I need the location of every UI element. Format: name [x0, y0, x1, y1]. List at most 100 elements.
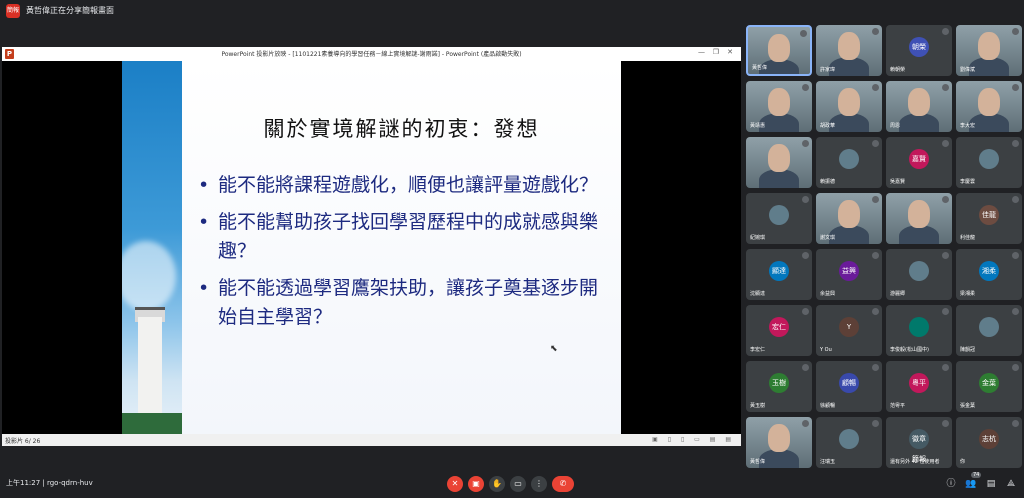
present-button[interactable]: ▭ — [510, 476, 526, 492]
participant-tile[interactable]: 益興 余益興 — [816, 249, 882, 300]
mic-off-button[interactable]: ✕ — [447, 476, 463, 492]
participant-video — [908, 88, 930, 116]
participant-tile[interactable]: 李俊毅(松山國中) — [886, 305, 952, 356]
participant-tile[interactable] — [886, 193, 952, 244]
avatar: 顧暢 — [839, 373, 859, 393]
mic-muted-icon — [1012, 420, 1019, 427]
participant-tile[interactable]: 李慶雲 — [956, 137, 1022, 188]
participant-name: 汪瑞玉 — [820, 459, 836, 465]
avatar: 嘉賢 — [909, 149, 929, 169]
participant-name: 黃靖惠 — [750, 123, 766, 129]
presenter-chip: 簡報 — [6, 4, 20, 18]
view-tools[interactable]: ▣ ▯ ▯ ▭ ▤ ▤ — [652, 436, 735, 443]
participant-name: 李慶雲 — [960, 179, 976, 185]
mic-muted-icon — [942, 28, 949, 35]
mouse-cursor-icon: ⬉ — [550, 344, 558, 354]
mic-muted-icon — [942, 252, 949, 259]
participant-tile[interactable]: 佳龍 利佳龍 — [956, 193, 1022, 244]
mic-muted-icon — [872, 84, 879, 91]
leave-call-button[interactable]: ✆ — [552, 476, 574, 492]
avatar — [979, 149, 999, 169]
participant-tile[interactable]: 顯達沈顯達 — [746, 249, 812, 300]
avatar: 顯達 — [769, 261, 789, 281]
participant-tile[interactable]: 顧暢徐顧暢 — [816, 361, 882, 412]
avatar: 志杭 — [979, 429, 999, 449]
activities-icon[interactable]: ⟁ — [1005, 478, 1017, 490]
participant-tile[interactable]: 徽章 簡報 還有另外 42 位使用者 — [886, 417, 952, 468]
mic-muted-icon — [802, 308, 809, 315]
avatar: 佳龍 — [979, 205, 999, 225]
mic-muted-icon — [872, 364, 879, 371]
participant-tile[interactable]: 嘉賢 吳嘉賢 — [886, 137, 952, 188]
participant-tile[interactable]: 賴振德 — [816, 137, 882, 188]
participant-tile[interactable]: 李大宏 — [956, 81, 1022, 132]
participant-tile[interactable]: 黃哲偉 — [746, 417, 812, 468]
participant-name: 徐顧暢 — [820, 403, 836, 409]
participant-tile[interactable]: 宏仁 李宏仁 — [746, 305, 812, 356]
participant-tile[interactable]: 黃哲偉 — [746, 25, 812, 76]
mic-muted-icon — [802, 196, 809, 203]
participant-video — [768, 424, 790, 452]
avatar — [909, 261, 929, 281]
participant-name: 賴振德 — [820, 179, 836, 185]
participant-tile[interactable]: 許家瑋 — [816, 25, 882, 76]
participant-tile[interactable]: 汪瑞玉 — [816, 417, 882, 468]
restore-button[interactable]: ❐ — [713, 48, 719, 56]
close-button[interactable]: ✕ — [727, 48, 733, 56]
participant-tile[interactable]: 志杭你 — [956, 417, 1022, 468]
avatar: 粵平 — [909, 373, 929, 393]
participant-tile[interactable]: 劉偉斌 — [956, 25, 1022, 76]
participant-tile[interactable]: 紀婉琪 — [746, 193, 812, 244]
participant-name: 賴朝榮 — [890, 67, 906, 73]
participant-tile[interactable]: 粵平 范粵平 — [886, 361, 952, 412]
mic-muted-icon — [872, 28, 879, 35]
mic-muted-icon — [802, 140, 809, 147]
mic-muted-icon — [942, 308, 949, 315]
info-icon[interactable]: ⓘ — [945, 478, 957, 490]
participant-tile[interactable]: Y Y Ou — [816, 305, 882, 356]
participant-tile[interactable]: 金葉 張金葉 — [956, 361, 1022, 412]
participant-tile[interactable]: 胡政華 — [816, 81, 882, 132]
time-and-meeting-code: 上午11:27 | rgo-qdrn-huv — [6, 479, 93, 487]
participant-tile[interactable]: 謝文琪 — [816, 193, 882, 244]
participant-video — [838, 88, 860, 116]
participant-tile[interactable]: 周恩 — [886, 81, 952, 132]
avatar — [979, 317, 999, 337]
participant-video — [768, 88, 790, 116]
people-icon[interactable]: 👥 — [965, 478, 977, 490]
participant-name: 謝文琪 — [820, 235, 836, 241]
camera-off-button[interactable]: ▣ — [468, 476, 484, 492]
participant-count: 74 — [971, 472, 982, 478]
participant-tile[interactable]: 游麗卿 — [886, 249, 952, 300]
mic-muted-icon — [942, 84, 949, 91]
avatar: 宏仁 — [769, 317, 789, 337]
participant-tile[interactable]: 朝榮賴朝榮 — [886, 25, 952, 76]
participant-video — [978, 32, 1000, 60]
participant-tile[interactable]: 玉樹 黃玉樹 — [746, 361, 812, 412]
more-options-button[interactable]: ⋮ — [531, 476, 547, 492]
mic-muted-icon — [942, 140, 949, 147]
participant-name: Y Ou — [820, 347, 832, 353]
mic-muted-icon — [802, 84, 809, 91]
presentation-stage: P PowerPoint 投影片放映 - [1101221素養導向的學習任務－線… — [2, 47, 741, 446]
minimize-button[interactable]: — — [698, 48, 705, 56]
participant-name: 沈顯達 — [750, 291, 766, 297]
participant-name: 黃玉樹 — [750, 403, 766, 409]
mic-muted-icon — [1012, 308, 1019, 315]
participant-name: 胡政華 — [820, 123, 836, 129]
participant-tile[interactable]: 湘柔 梁湘柔 — [956, 249, 1022, 300]
participant-tile[interactable]: 陳韻冠 — [956, 305, 1022, 356]
avatar: 朝榮 — [909, 37, 929, 57]
raise-hand-button[interactable]: ✋ — [489, 476, 505, 492]
mic-muted-icon — [1012, 84, 1019, 91]
participant-tile[interactable]: 黃靖惠 — [746, 81, 812, 132]
top-bar: 簡報 黃哲偉正在分享簡報畫面 — [0, 0, 1024, 22]
mic-muted-icon — [1012, 140, 1019, 147]
participant-name: 陳韻冠 — [960, 347, 976, 353]
participant-tile[interactable] — [746, 137, 812, 188]
chat-icon[interactable]: ▤ — [985, 478, 997, 490]
participant-name: 張金葉 — [960, 403, 976, 409]
mic-muted-icon — [1012, 28, 1019, 35]
participant-name: 許家瑋 — [820, 67, 836, 73]
slide-heading: 關於實境解謎的初衷：發想 — [263, 117, 540, 141]
